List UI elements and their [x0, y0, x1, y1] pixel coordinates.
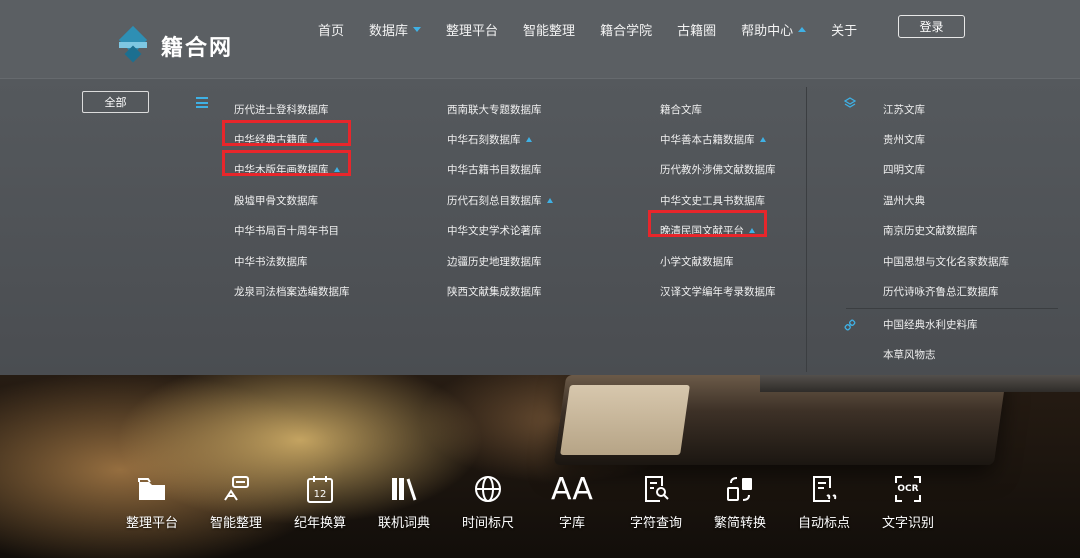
nav-help[interactable]: 帮助中心 [741, 20, 807, 39]
db-link[interactable]: 汉译文学编年考录数据库 [660, 276, 776, 306]
db-link[interactable]: 江苏文库 [883, 94, 1009, 124]
highlight-box [222, 150, 351, 176]
db-link[interactable]: 籍合文库 [660, 94, 776, 124]
folder-icon [137, 472, 167, 506]
db-link[interactable]: 龙泉司法档案选编数据库 [234, 276, 350, 306]
db-link[interactable]: 南京历史文献数据库 [883, 216, 1009, 246]
login-button[interactable]: 登录 [898, 15, 965, 38]
tool-font[interactable]: AA 字库 [530, 471, 614, 532]
db-link[interactable]: 小学文献数据库 [660, 246, 776, 276]
ocr-icon: OCR [893, 472, 923, 506]
db-link[interactable]: 陕西文献集成数据库 [447, 276, 553, 306]
nav-smart[interactable]: 智能整理 [523, 20, 575, 39]
highlight-box [222, 120, 351, 146]
db-link[interactable]: 历代石刻总目数据库 [447, 185, 553, 215]
tool-platform[interactable]: 整理平台 [110, 472, 194, 531]
globe-icon [473, 472, 503, 506]
db-link[interactable]: 中华书法数据库 [234, 246, 350, 276]
caret-up-icon [525, 137, 532, 143]
nav-about[interactable]: 关于 [831, 20, 857, 39]
tool-timeline[interactable]: 时间标尺 [446, 472, 530, 531]
logo-mark-icon [115, 25, 151, 64]
tool-punctuation[interactable]: 自动标点 [782, 472, 866, 531]
db-link[interactable]: 本草风物志 [883, 339, 978, 369]
db-link[interactable]: 中华文史学术论著库 [447, 216, 553, 246]
db-link[interactable]: 历代诗咏齐鲁总汇数据库 [883, 276, 1009, 306]
db-link[interactable]: 边疆历史地理数据库 [447, 246, 553, 276]
db-link[interactable]: 中国经典水利史料库 [883, 309, 978, 339]
db-link[interactable]: 中华古籍书目数据库 [447, 155, 553, 185]
link-icon [844, 319, 856, 331]
books-icon [389, 472, 419, 506]
caret-down-icon [413, 27, 422, 32]
hero-book-spine [560, 385, 690, 455]
db-link[interactable]: 中国思想与文化名家数据库 [883, 246, 1009, 276]
db-link[interactable]: 历代教外涉佛文献数据库 [660, 155, 776, 185]
highlight-box [648, 210, 767, 237]
tool-char-search[interactable]: 字符查询 [614, 472, 698, 531]
column-divider [806, 87, 807, 372]
smart-edit-icon [221, 472, 251, 506]
tool-smart[interactable]: 智能整理 [194, 472, 278, 531]
tool-calendar[interactable]: 12 纪年换算 [278, 472, 362, 531]
main-nav: 首页 数据库 整理平台 智能整理 籍合学院 古籍圈 帮助中心 关于 [318, 20, 882, 39]
font-icon: AA [551, 471, 593, 507]
db-link[interactable]: 中华善本古籍数据库 [660, 124, 776, 154]
tool-dictionary[interactable]: 联机词典 [362, 472, 446, 531]
punctuation-icon [810, 472, 838, 506]
layers-icon [843, 97, 857, 109]
tool-convert[interactable]: 繁简转换 [698, 472, 782, 531]
top-header: 籍合网 首页 数据库 整理平台 智能整理 籍合学院 古籍圈 帮助中心 关于 登录 [0, 0, 1080, 78]
nav-database[interactable]: 数据库 [369, 20, 422, 39]
calendar-icon: 12 [306, 472, 334, 506]
db-link[interactable]: 西南联大专题数据库 [447, 94, 553, 124]
db-link[interactable]: 四明文库 [883, 155, 1009, 185]
svg-text:12: 12 [314, 489, 327, 500]
tool-ocr[interactable]: OCR 文字识别 [866, 472, 950, 531]
db-column-2: 西南联大专题数据库 中华石刻数据库 中华古籍书目数据库 历代石刻总目数据库 中华… [447, 94, 553, 307]
db-link[interactable]: 殷墟甲骨文数据库 [234, 185, 350, 215]
database-dropdown-panel: 全部 历代进士登科数据库 中华经典古籍库 中华木版年画数据库 殷墟甲骨文数据库 … [0, 78, 1080, 375]
logo-text: 籍合网 [161, 35, 234, 61]
nav-platform[interactable]: 整理平台 [446, 20, 498, 39]
doc-search-icon [642, 472, 670, 506]
db-column-5: 中国经典水利史料库 本草风物志 [883, 309, 978, 370]
db-column-4: 江苏文库 贵州文库 四明文库 温州大典 南京历史文献数据库 中国思想与文化名家数… [883, 94, 1009, 307]
tool-bar: 整理平台 智能整理 12 纪年换算 联机词典 时间标尺 AA 字库 字符查询 繁… [110, 471, 950, 532]
all-button[interactable]: 全部 [82, 91, 149, 113]
nav-circle[interactable]: 古籍圈 [677, 20, 716, 39]
caret-up-icon [759, 137, 766, 143]
db-link[interactable]: 温州大典 [883, 185, 1009, 215]
nav-academy[interactable]: 籍合学院 [600, 20, 652, 39]
db-link[interactable]: 中华石刻数据库 [447, 124, 553, 154]
convert-icon [725, 472, 755, 506]
caret-up-icon [798, 27, 807, 32]
hero-laptop-image [760, 372, 1080, 392]
site-logo[interactable]: 籍合网 [115, 25, 234, 64]
nav-home[interactable]: 首页 [318, 20, 344, 39]
db-column-3: 籍合文库 中华善本古籍数据库 历代教外涉佛文献数据库 中华文史工具书数据库 晚清… [660, 94, 776, 307]
db-link[interactable]: 中华书局百十周年书目 [234, 216, 350, 246]
db-link[interactable]: 贵州文库 [883, 124, 1009, 154]
caret-up-icon [546, 197, 553, 203]
list-icon [196, 97, 208, 108]
